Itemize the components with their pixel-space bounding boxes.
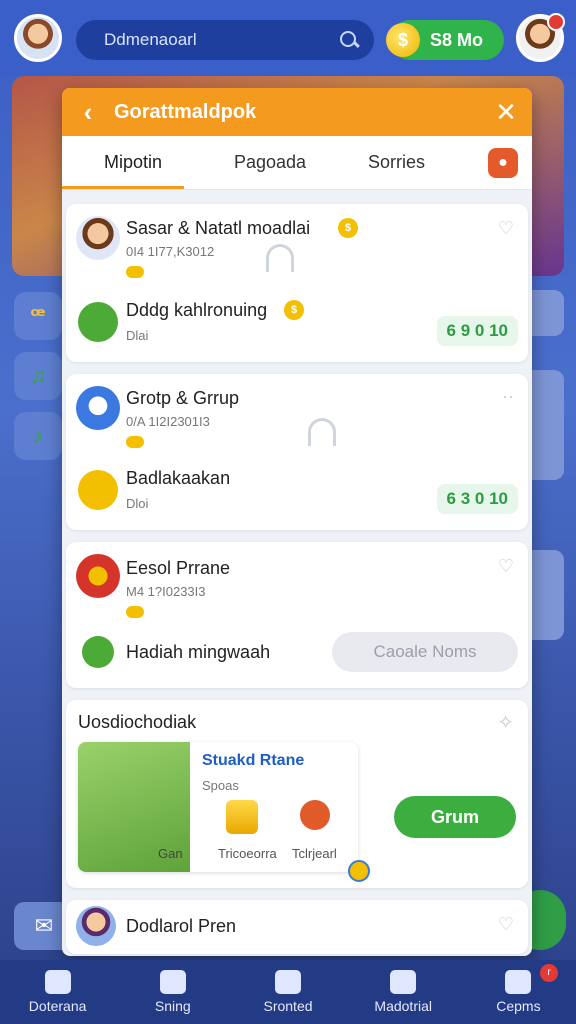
top-bar: $ S8 Mo [0,0,576,76]
promo-card: Uosdiochodiak ✧ Gan Stuakd Rtane Spoas T… [66,700,528,888]
get-button[interactable]: Grum [394,796,516,838]
wallet-pill[interactable]: $ S8 Mo [386,20,504,60]
notification-badge [547,13,565,31]
row-title-1: Sasar & Natatl moadlai [126,218,311,238]
modal-title: Gorattmaldpok [114,100,257,123]
row-title-2: Dddg kahlronuing [126,300,268,320]
search-icon[interactable] [338,29,360,51]
modal-dialog: ‹ Gorattmaldpok ✕ Mipotin Pagoada Sorrie… [62,88,532,956]
nav-label-star: Sning [154,998,191,1014]
profile-icon [505,970,532,994]
nav-badge: r [540,964,559,982]
clover-icon [82,636,114,668]
row-title-6: Hadiah mingwaah [126,642,271,662]
heart-icon[interactable]: ♡ [498,914,514,935]
tab-pagoada[interactable]: Pagoada [234,152,306,173]
row-avatar-2 [76,386,120,430]
promo-name: Stuakd Rtane [202,752,305,769]
star-icon [159,970,186,994]
shop-icon [275,970,301,994]
watermark-icon [308,418,336,446]
coin-badge-icon [348,860,370,882]
back-icon[interactable]: ‹ [74,97,102,127]
row-title-3: Grotp & Grrup [126,388,240,408]
quest-card-3: Eesol Prrane M4 1?I0233I3 ♡ Hadiah mingw… [66,542,528,688]
heart-icon[interactable]: ♡ [498,218,514,239]
claim-button-disabled[interactable]: Caoale Noms [332,632,518,672]
row-sub-2: Dlai [126,328,149,343]
promo-art-label: Gan [158,846,183,861]
profile-avatar[interactable] [516,13,565,62]
side-button-3[interactable]: ♪ [14,412,62,460]
row-avatar-1 [76,216,120,260]
row-sub-4: Dloi [126,496,149,511]
tab-bar: Mipotin Pagoada Sorries ● [62,136,532,190]
promo-box[interactable]: Gan Stuakd Rtane Spoas Tricoeorra Tclrje… [78,742,358,872]
avatar[interactable] [14,14,62,62]
gold-bag-icon [78,470,118,510]
quest-card-4: Dodlarol Pren ♡ [66,900,528,954]
search-bar[interactable] [76,20,374,60]
quest-card-2: Grotp & Grrup 0/A 1I2I2301I3 ·· Badlakaa… [66,374,528,530]
nav-chat[interactable]: Madotrial [346,960,461,1024]
nav-home[interactable]: Doterana [0,960,115,1024]
coin-small-icon [126,266,144,278]
home-icon [44,970,71,994]
tab-sorries[interactable]: Sorries [368,152,425,173]
nav-star[interactable]: Sning [115,960,230,1024]
side-button-1[interactable]: ꟹ [14,292,62,340]
coin-small-icon [126,436,144,448]
quest-card-1: Sasar & Natatl moadlai $ 0I4 1I77,K3012 … [66,204,528,362]
nav-shop[interactable]: Sronted [230,960,345,1024]
tab-underline [62,186,184,189]
tomato-icon [300,800,330,830]
promo-item1-label: Tricoeorra [218,846,277,861]
watermark-icon [266,244,294,272]
coin-small-icon [126,606,144,618]
reward-pill-1[interactable]: 6 9 0 10 [436,316,518,346]
coin-icon: $ [386,23,420,57]
nav-label-shop: Sronted [263,998,313,1014]
reward-pill-2[interactable]: 6 3 0 10 [436,484,518,514]
promo-item2-label: Tclrjearl [292,846,337,861]
row-title-7: Dodlarol Pren [126,916,237,936]
more-icon[interactable]: ·· [502,386,514,407]
close-icon[interactable]: ✕ [492,97,520,127]
modal-header: ‹ Gorattmaldpok ✕ [62,88,532,136]
nav-profile[interactable]: Cepms r [461,960,576,1024]
wallet-amount: S8 Mo [430,29,484,50]
nav-label-chat: Madotrial [374,998,432,1014]
coin-icon: $ [338,218,358,238]
promo-section-title: Uosdiochodiak [78,712,197,732]
gold-stack-icon [226,800,258,834]
nav-label-home: Doterana [28,998,87,1014]
nav-label-profile: Cepms [496,998,541,1014]
row-avatar-4 [76,906,116,946]
heart-icon[interactable]: ♡ [498,556,514,577]
row-title-5: Eesol Prrane [126,558,231,578]
row-avatar-3 [76,554,120,598]
row-sub-1: 0I4 1I77,K3012 [126,244,215,259]
row-sub-3: 0/A 1I2I2301I3 [126,414,210,429]
row-title-4: Badlakaakan [126,468,231,488]
character-tab-icon[interactable]: ● [488,148,518,178]
search-input[interactable] [104,30,338,50]
pin-icon[interactable]: ✧ [497,710,514,735]
row-sub-5: M4 1?I0233I3 [126,584,206,599]
side-button-2[interactable]: ♫ [14,352,62,400]
promo-sub: Spoas [202,778,239,793]
chat-icon [390,970,417,994]
tab-mipotin[interactable]: Mipotin [104,152,162,173]
coin-icon: $ [284,300,304,320]
bottom-nav: Doterana Sning Sronted Madotrial Cepms r [0,960,576,1024]
clover-icon [78,302,118,342]
